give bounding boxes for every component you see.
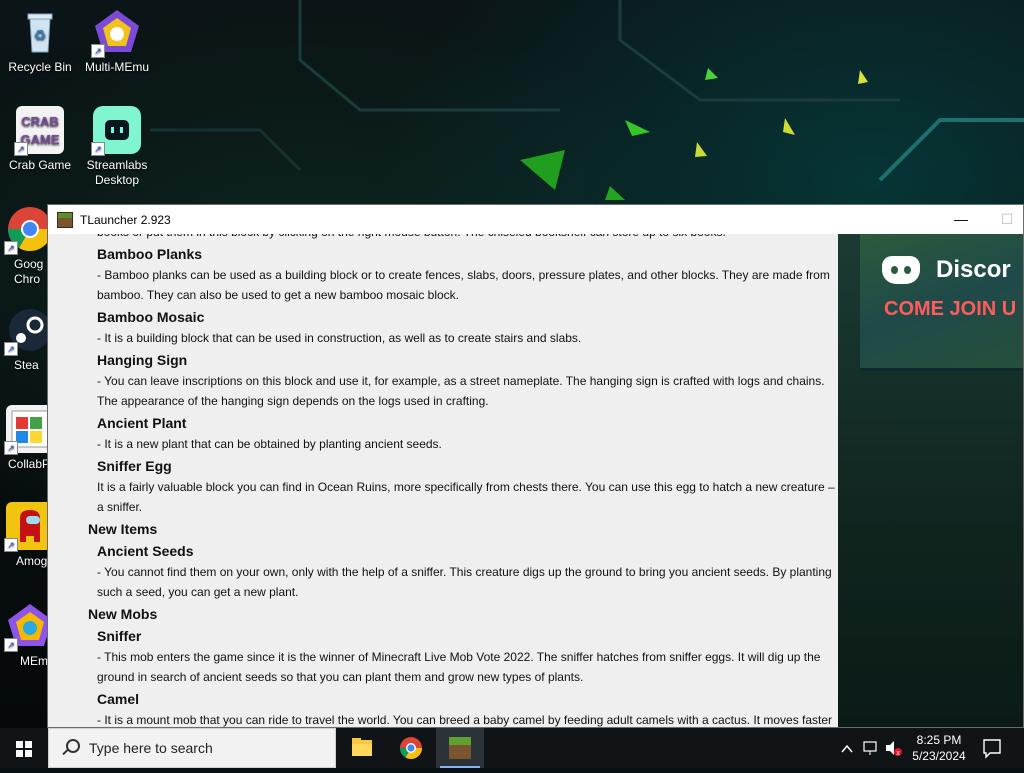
- heading-ancient-plant: Ancient Plant: [97, 415, 187, 431]
- start-button[interactable]: [0, 728, 48, 768]
- crab-game-icon: CRAB GAME ↗: [14, 106, 64, 156]
- article-paragraph: books or put them in this block by click…: [97, 234, 837, 242]
- heading-sniffer: Sniffer: [97, 628, 142, 644]
- side-panel: Discor COME JOIN U: [838, 234, 1023, 727]
- desktop-icon-label: Streamlabs Desktop: [86, 158, 148, 187]
- article-paragraph: - You cannot find them on your own, only…: [97, 565, 832, 599]
- tlauncher-app-icon: [57, 211, 73, 228]
- heading-new-mobs: New Mobs: [88, 606, 158, 622]
- file-explorer-icon: [352, 738, 372, 756]
- notification-icon: [983, 739, 1001, 759]
- taskbar: Type here to search x 8:25 PM 5/23/2024: [0, 728, 1024, 768]
- tlauncher-window: TLauncher 2.923 — ☐ books or put them in…: [47, 204, 1024, 728]
- streamlabs-icon: ↗: [91, 106, 141, 156]
- shortcut-arrow-icon: ↗: [4, 342, 18, 356]
- discord-banner[interactable]: Discor COME JOIN U: [860, 234, 1023, 371]
- volume-icon: [886, 741, 894, 755]
- discord-banner-title: Discor: [936, 256, 1011, 283]
- windows-logo-pane: [25, 750, 32, 757]
- search-icon: [61, 739, 80, 757]
- window-title: TLauncher 2.923: [80, 212, 171, 227]
- shortcut-arrow-icon: ↗: [91, 142, 105, 156]
- desktop-icon-label: Recycle Bin: [8, 60, 72, 74]
- taskbar-clock[interactable]: 8:25 PM 5/23/2024: [900, 732, 978, 764]
- tray-icons: x: [841, 741, 902, 757]
- desktop-icon-streamlabs[interactable]: ↗ Streamlabs Desktop: [77, 106, 157, 188]
- multi-memu-icon: ↗: [91, 8, 141, 58]
- article-paragraph: It is a fairly valuable block you can fi…: [97, 480, 835, 514]
- tlauncher-icon: [449, 737, 471, 759]
- news-article: books or put them in this block by click…: [48, 234, 838, 727]
- heading-camel: Camel: [97, 691, 140, 707]
- search-placeholder: Type here to search: [89, 740, 213, 756]
- svg-text:CRAB: CRAB: [21, 114, 59, 129]
- shortcut-arrow-icon: ↗: [4, 441, 18, 455]
- shortcut-arrow-icon: ↗: [4, 638, 18, 652]
- shortcut-arrow-icon: ↗: [14, 142, 28, 156]
- system-tray: x: [838, 728, 908, 768]
- article-paragraph: - You can leave inscriptions on this blo…: [97, 374, 825, 408]
- heading-sniffer-egg: Sniffer Egg: [97, 458, 172, 474]
- article-paragraph: - Bamboo planks can be used as a buildin…: [97, 268, 830, 302]
- taskbar-chrome[interactable]: [387, 728, 435, 768]
- windows-logo-icon: [16, 741, 23, 748]
- taskbar-file-explorer[interactable]: [338, 728, 386, 768]
- news-content-panel[interactable]: books or put them in this block by click…: [48, 234, 838, 727]
- article-paragraph: - It is a new plant that can be obtained…: [97, 437, 442, 451]
- article-paragraph: - It is a mount mob that you can ride to…: [97, 713, 833, 727]
- chrome-icon: [400, 737, 422, 759]
- desktop-icon-multi-memu[interactable]: ↗ Multi-MEmu: [77, 8, 157, 75]
- desktop-icon-label: Crab Game: [8, 158, 72, 172]
- heading-hanging-sign: Hanging Sign: [97, 352, 188, 368]
- network-icon: [863, 741, 877, 752]
- svg-text:♻: ♻: [34, 27, 47, 43]
- article-paragraph: - This mob enters the game since it is t…: [97, 650, 821, 684]
- windows-logo-pane: [25, 741, 32, 748]
- maximize-button[interactable]: ☐: [984, 205, 1023, 234]
- heading-bamboo-mosaic: Bamboo Mosaic: [97, 309, 205, 325]
- discord-banner-cta: COME JOIN U: [884, 298, 1017, 320]
- desktop-icon-label: Multi-MEmu: [84, 60, 149, 74]
- heading-ancient-seeds: Ancient Seeds: [97, 543, 194, 559]
- taskbar-search-box[interactable]: Type here to search: [48, 728, 336, 768]
- windows-logo-pane: [16, 750, 23, 757]
- chevron-up-icon: [841, 744, 853, 753]
- desktop-icon-recycle-bin[interactable]: ♻ Recycle Bin: [0, 8, 80, 75]
- taskbar-tlauncher[interactable]: [436, 728, 484, 768]
- recycle-bin-icon: ♻: [16, 8, 64, 56]
- heading-new-items: New Items: [88, 521, 158, 537]
- desktop-icon-crab-game[interactable]: CRAB GAME ↗ Crab Game: [0, 106, 80, 173]
- heading-bamboo-planks: Bamboo Planks: [97, 246, 203, 262]
- shortcut-arrow-icon: ↗: [4, 241, 18, 255]
- notification-center-button[interactable]: [976, 728, 1024, 768]
- clock-date: 5/23/2024: [912, 749, 966, 763]
- discord-icon: [882, 256, 920, 284]
- clock-time: 8:25 PM: [916, 733, 962, 747]
- shortcut-arrow-icon: ↗: [4, 538, 18, 552]
- shortcut-arrow-icon: ↗: [91, 44, 105, 58]
- minimize-button[interactable]: —: [938, 205, 984, 234]
- article-paragraph: - It is a building block that can be use…: [97, 331, 582, 345]
- window-titlebar[interactable]: TLauncher 2.923 — ☐: [48, 205, 1023, 234]
